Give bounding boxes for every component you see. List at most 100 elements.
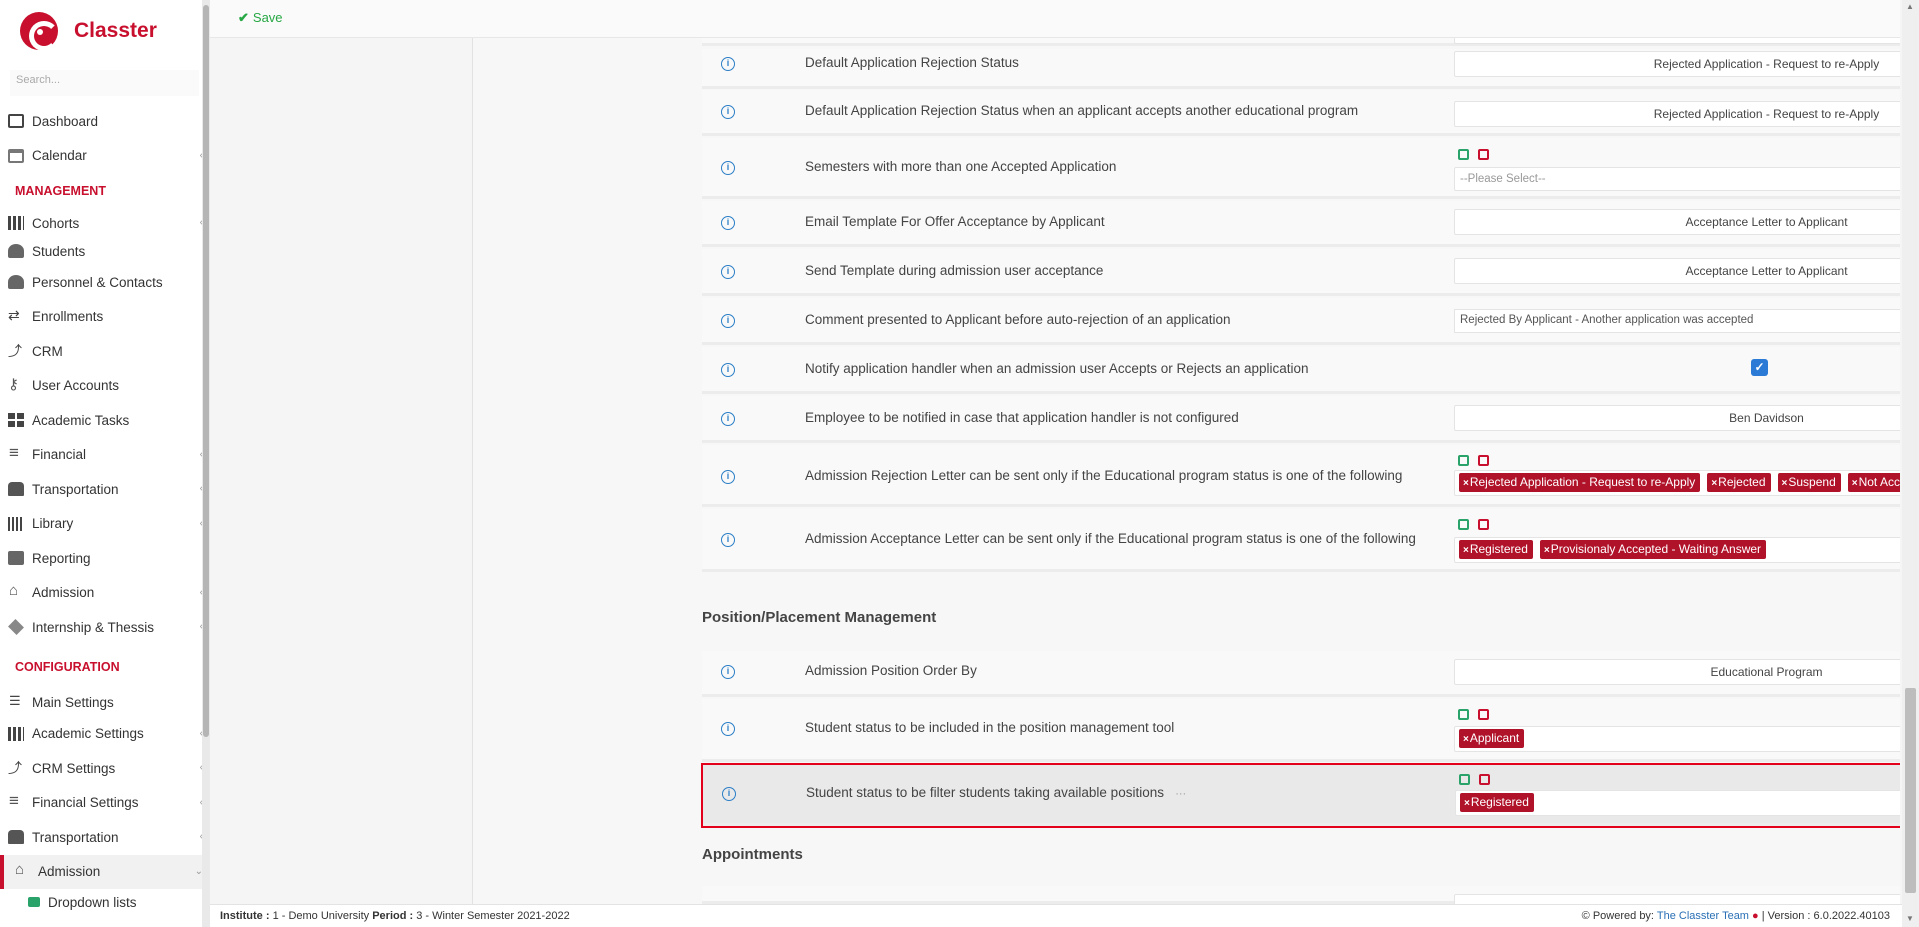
status-tag[interactable]: ×Suspend — [1777, 473, 1841, 492]
sidebar-item-enrollments[interactable]: Enrollments — [0, 300, 209, 335]
sidebar-item-cohorts[interactable]: Cohorts ‹ — [0, 209, 209, 237]
remove-tag-icon[interactable]: × — [1544, 545, 1550, 556]
info-icon[interactable]: i — [722, 787, 736, 801]
remove-tag-icon[interactable]: × — [1463, 478, 1469, 489]
info-icon[interactable]: i — [721, 363, 735, 377]
app-logo[interactable]: Classter — [0, 0, 209, 62]
select-value: Acceptance Letter to Applicant — [1685, 264, 1848, 278]
sidebar-item-library[interactable]: Library ‹ — [0, 507, 209, 542]
info-icon[interactable]: i — [721, 533, 735, 547]
sidebar-item-calendar[interactable]: Calendar ‹ — [0, 139, 209, 174]
sidebar-item-admission-settings[interactable]: Admission ⌄ — [0, 854, 209, 889]
sidebar-item-label: Cohorts — [32, 215, 80, 231]
settings-row-highlighted: i Student status to be filter students t… — [701, 763, 1900, 828]
remove-tag-icon[interactable]: × — [1711, 478, 1717, 489]
select-all-icon[interactable] — [1458, 519, 1469, 530]
main-scrollbar-thumb[interactable] — [1905, 688, 1916, 893]
acceptance-letter-status-multiselect[interactable]: ×Registered ×Provisionaly Accepted - Wai… — [1454, 537, 1900, 563]
position-order-select[interactable]: Educational Program × ▼ — [1454, 659, 1900, 685]
status-tag[interactable]: ×Not Accepted — [1847, 473, 1900, 492]
select-all-icon[interactable] — [1458, 149, 1469, 160]
status-tag[interactable]: ×Registered — [1460, 793, 1534, 812]
deselect-all-icon[interactable] — [1478, 149, 1489, 160]
sidebar-item-financial-settings[interactable]: Financial Settings ‹ — [0, 786, 209, 821]
default-rejection-status-select[interactable]: Rejected Application - Request to re-App… — [1454, 51, 1900, 77]
notify-handler-checkbox[interactable]: ✓ — [1751, 359, 1768, 376]
select-all-icon[interactable] — [1458, 455, 1469, 466]
status-tag[interactable]: ×Applicant — [1459, 729, 1525, 748]
info-icon[interactable]: i — [721, 216, 735, 230]
sidebar-item-financial[interactable]: Financial ‹ — [0, 438, 209, 473]
sidebar-scrollbar-thumb[interactable] — [203, 5, 209, 737]
sidebar-item-personnel[interactable]: Personnel & Contacts — [0, 265, 209, 300]
status-tag[interactable]: ×Registered — [1459, 540, 1533, 559]
sidebar-item-transportation-settings[interactable]: Transportation ‹ — [0, 820, 209, 855]
sidebar-item-dashboard[interactable]: Dashboard — [0, 104, 209, 139]
status-tag[interactable]: ×Rejected Application - Request to re-Ap… — [1459, 473, 1701, 492]
tag-list: ×Registered ×Provisionaly Accepted - Wai… — [1459, 540, 1773, 559]
sidebar-item-label: Admission — [32, 585, 95, 601]
sidebar-item-main-settings[interactable]: Main Settings — [0, 689, 209, 717]
rejection-letter-status-multiselect[interactable]: ×Rejected Application - Request to re-Ap… — [1454, 470, 1900, 496]
info-icon[interactable]: i — [721, 161, 735, 175]
sidebar-search-input[interactable]: Search... — [10, 70, 199, 96]
section-configuration: CONFIGURATION — [15, 659, 120, 674]
remove-tag-icon[interactable]: × — [1782, 478, 1788, 489]
sidebar-item-admission[interactable]: Admission ‹ — [0, 576, 209, 611]
sidebar-item-crm-settings[interactable]: CRM Settings ‹ — [0, 751, 209, 786]
info-icon[interactable]: i — [721, 105, 735, 119]
info-icon[interactable]: i — [721, 412, 735, 426]
remove-tag-icon[interactable]: × — [1852, 478, 1858, 489]
sidebar-item-students[interactable]: Students — [0, 237, 209, 265]
classter-team-link[interactable]: The Classter Team — [1657, 910, 1749, 922]
remove-tag-icon[interactable]: × — [1463, 734, 1469, 745]
sidebar-item-user-accounts[interactable]: User Accounts — [0, 369, 209, 404]
select-field[interactable] — [1454, 38, 1900, 44]
select-toggle-group — [1458, 149, 1489, 163]
save-button[interactable]: ✔ Save — [238, 10, 283, 26]
sidebar-item-transportation[interactable]: Transportation ‹ — [0, 472, 209, 507]
deselect-all-icon[interactable] — [1478, 519, 1489, 530]
main-scrollbar[interactable]: ▲ ▼ — [1902, 0, 1919, 927]
deselect-all-icon[interactable] — [1478, 455, 1489, 466]
select-all-icon[interactable] — [1459, 774, 1470, 785]
info-icon[interactable]: i — [721, 665, 735, 679]
info-icon[interactable]: i — [721, 722, 735, 736]
status-tag[interactable]: ×Provisionaly Accepted - Waiting Answer — [1539, 540, 1767, 559]
employee-notify-select[interactable]: Ben Davidson × ▼ — [1454, 405, 1900, 431]
send-template-select[interactable]: Acceptance Letter to Applicant × ▼ — [1454, 258, 1900, 284]
printer-icon — [8, 551, 24, 566]
email-template-select[interactable]: Acceptance Letter to Applicant × ▼ — [1454, 209, 1900, 235]
sidebar-scrollbar[interactable] — [202, 0, 210, 927]
section-management: MANAGEMENT — [15, 184, 106, 198]
sidebar-item-reporting[interactable]: Reporting — [0, 541, 209, 576]
footer-credits: © Powered by: The Classter Team ● | Vers… — [1582, 910, 1890, 922]
deselect-all-icon[interactable] — [1479, 774, 1490, 785]
sidebar-item-dropdown-lists[interactable]: Dropdown lists — [0, 889, 209, 915]
setting-label: Default Application Rejection Status — [805, 55, 1019, 70]
info-icon[interactable]: i — [721, 265, 735, 279]
sidebar-item-academic-settings[interactable]: Academic Settings ‹ — [0, 717, 209, 752]
more-ellipsis[interactable]: ··· — [1175, 788, 1186, 800]
scroll-down-icon[interactable]: ▼ — [1906, 914, 1914, 923]
remove-tag-icon[interactable]: × — [1464, 798, 1470, 809]
info-icon[interactable]: i — [721, 470, 735, 484]
sidebar-item-academic-tasks[interactable]: Academic Tasks — [0, 403, 209, 438]
cohorts-icon — [8, 726, 24, 741]
sidebar-item-internship[interactable]: Internship & Thessis ‹ — [0, 610, 209, 645]
remove-tag-icon[interactable]: × — [1463, 545, 1469, 556]
deselect-all-icon[interactable] — [1478, 709, 1489, 720]
sidebar-item-crm[interactable]: CRM — [0, 334, 209, 369]
status-tag[interactable]: ×Rejected — [1707, 473, 1771, 492]
info-icon[interactable]: i — [721, 314, 735, 328]
filter-students-status-multiselect[interactable]: ×Registered × — [1455, 790, 1900, 816]
semesters-multiselect[interactable]: --Please Select-- — [1454, 167, 1900, 191]
auto-rejection-comment-input[interactable]: Rejected By Applicant - Another applicat… — [1454, 309, 1900, 333]
select-field[interactable] — [1454, 894, 1900, 904]
select-toggle-group — [1458, 519, 1489, 533]
rejection-status-other-program-select[interactable]: Rejected Application - Request to re-App… — [1454, 101, 1900, 127]
position-tool-status-multiselect[interactable]: ×Applicant × — [1454, 726, 1900, 752]
select-all-icon[interactable] — [1458, 709, 1469, 720]
scroll-up-icon[interactable]: ▲ — [1906, 2, 1914, 11]
info-icon[interactable]: i — [721, 57, 735, 71]
